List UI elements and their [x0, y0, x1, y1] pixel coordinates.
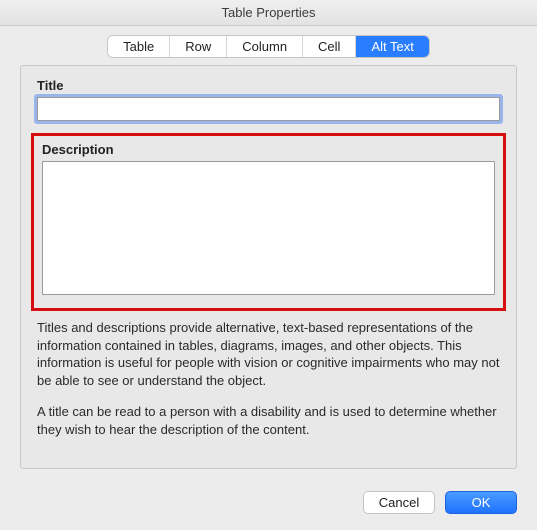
- help-paragraph-1: Titles and descriptions provide alternat…: [37, 319, 500, 389]
- description-textarea[interactable]: [42, 161, 495, 295]
- help-paragraph-2: A title can be read to a person with a d…: [37, 403, 500, 438]
- tab-bar: Table Row Column Cell Alt Text: [0, 26, 537, 65]
- description-label: Description: [42, 142, 495, 157]
- window-titlebar: Table Properties: [0, 0, 537, 26]
- tab-row[interactable]: Row: [170, 36, 227, 57]
- window-title: Table Properties: [222, 5, 316, 20]
- title-input[interactable]: [37, 97, 500, 121]
- description-highlight-box: Description: [31, 133, 506, 311]
- tab-column[interactable]: Column: [227, 36, 303, 57]
- alt-text-panel: Title Description Titles and description…: [20, 65, 517, 469]
- cancel-button[interactable]: Cancel: [363, 491, 435, 514]
- segmented-tabs: Table Row Column Cell Alt Text: [108, 36, 429, 57]
- help-text: Titles and descriptions provide alternat…: [37, 319, 500, 438]
- dialog-footer: Cancel OK: [363, 491, 517, 514]
- title-label: Title: [37, 78, 500, 93]
- tab-table[interactable]: Table: [108, 36, 170, 57]
- ok-button[interactable]: OK: [445, 491, 517, 514]
- tab-cell[interactable]: Cell: [303, 36, 356, 57]
- tab-alt-text[interactable]: Alt Text: [356, 36, 428, 57]
